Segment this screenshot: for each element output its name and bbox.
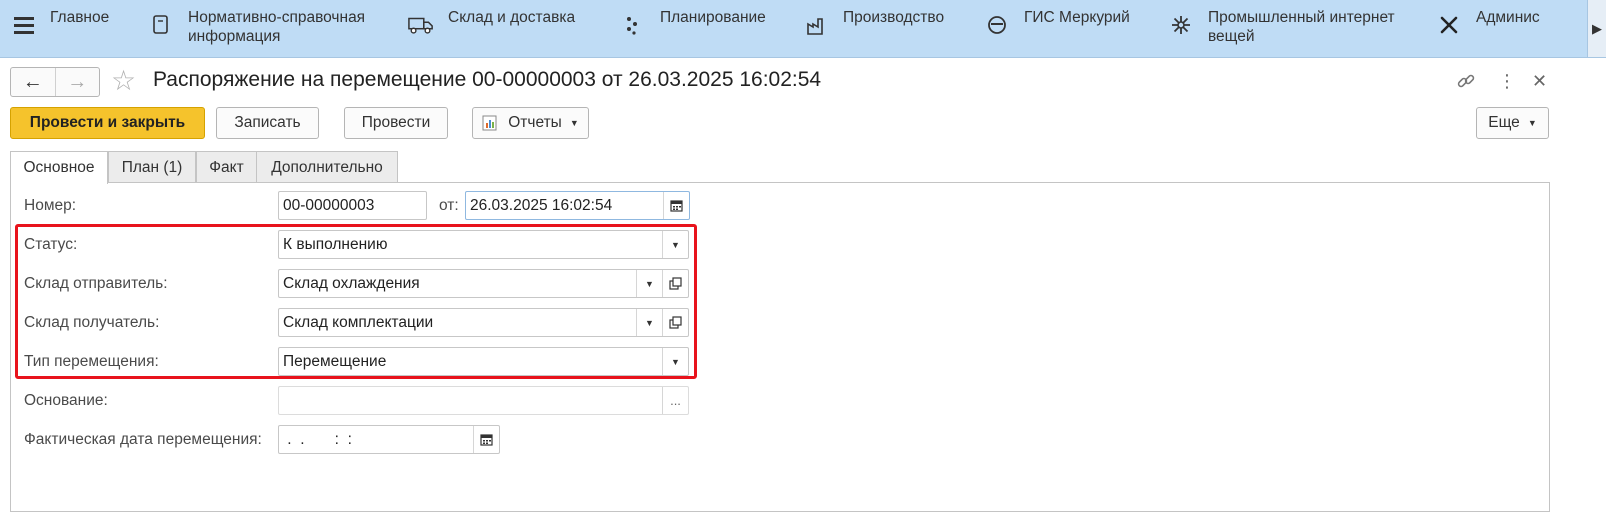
truck-icon bbox=[408, 12, 434, 38]
menu-icon[interactable] bbox=[14, 17, 34, 35]
reports-button[interactable]: Отчеты ▼ bbox=[472, 107, 589, 139]
save-button[interactable]: Записать bbox=[216, 107, 319, 139]
calendar-icon[interactable] bbox=[663, 192, 689, 219]
more-label: Еще bbox=[1488, 114, 1520, 131]
section-production[interactable]: Производство bbox=[803, 8, 944, 38]
section-label: Нормативно-справочная информация bbox=[188, 9, 366, 45]
close-icon[interactable]: ✕ bbox=[1532, 71, 1547, 91]
calendar-icon[interactable] bbox=[473, 426, 499, 453]
number-label: Номер: bbox=[24, 197, 77, 214]
section-planning[interactable]: Планирование bbox=[620, 8, 766, 38]
favorite-star-icon[interactable]: ☆ bbox=[111, 66, 136, 96]
forward-arrow-icon[interactable]: → bbox=[54, 68, 100, 96]
more-button[interactable]: Еще ▼ bbox=[1476, 107, 1549, 139]
tab-additional[interactable]: Дополнительно bbox=[256, 151, 398, 183]
date-field[interactable]: 26.03.2025 16:02:54 bbox=[465, 191, 690, 220]
actual-date-label: Фактическая дата перемещения: bbox=[24, 431, 262, 448]
more-vertical-icon[interactable]: ⋮ bbox=[1498, 71, 1516, 91]
dropdown-caret-icon: ▼ bbox=[569, 118, 579, 128]
section-label: Промышленный интернет вещей bbox=[1208, 9, 1395, 45]
section-label: Планирование bbox=[660, 9, 766, 26]
section-label: Производство bbox=[843, 9, 945, 26]
section-main[interactable]: Главное bbox=[50, 8, 109, 27]
section-warehouse[interactable]: Склад и доставка bbox=[408, 8, 575, 38]
basis-label: Основание: bbox=[24, 392, 108, 409]
reports-label: Отчеты bbox=[508, 114, 562, 131]
reports-icon bbox=[482, 114, 500, 132]
back-arrow-icon[interactable]: ← bbox=[11, 68, 55, 96]
reference-book-icon bbox=[148, 12, 174, 38]
date-from-label: от: bbox=[439, 197, 459, 214]
section-admin[interactable]: Админис bbox=[1436, 8, 1540, 38]
planning-dots-icon bbox=[620, 12, 646, 38]
dropdown-caret-icon: ▼ bbox=[1527, 118, 1537, 128]
page-title: Распоряжение на перемещение 00-00000003 … bbox=[153, 68, 822, 91]
actual-date-field[interactable]: . . : : bbox=[278, 425, 500, 454]
post-and-close-button[interactable]: Провести и закрыть bbox=[10, 107, 205, 139]
scroll-right-icon[interactable]: ▶ bbox=[1587, 0, 1606, 57]
post-button[interactable]: Провести bbox=[344, 107, 448, 139]
section-label: ГИС Меркурий bbox=[1024, 9, 1130, 26]
sections-panel: Главное Нормативно-справочная информация… bbox=[0, 0, 1606, 58]
mercury-icon bbox=[984, 12, 1010, 38]
select-button[interactable]: ... bbox=[662, 387, 688, 414]
section-label: Админис bbox=[1476, 9, 1540, 26]
factory-icon bbox=[803, 12, 829, 38]
tab-plan[interactable]: План (1) bbox=[108, 151, 196, 183]
section-reference[interactable]: Нормативно-справочная информация bbox=[148, 8, 365, 46]
link-icon[interactable] bbox=[1456, 71, 1476, 95]
tab-main[interactable]: Основное bbox=[10, 151, 108, 184]
section-mercury[interactable]: ГИС Меркурий bbox=[984, 8, 1130, 38]
section-iot[interactable]: Промышленный интернет вещей bbox=[1168, 8, 1395, 46]
section-label: Склад и доставка bbox=[448, 9, 576, 26]
tools-icon bbox=[1436, 12, 1462, 38]
highlight-frame bbox=[15, 224, 697, 379]
iot-icon bbox=[1168, 12, 1194, 38]
section-label: Главное bbox=[50, 9, 110, 26]
number-field[interactable]: 00-00000003 bbox=[278, 191, 427, 220]
tab-fact[interactable]: Факт bbox=[196, 151, 257, 183]
history-navigation: ← → bbox=[10, 67, 100, 97]
basis-field[interactable]: ... bbox=[278, 386, 689, 415]
